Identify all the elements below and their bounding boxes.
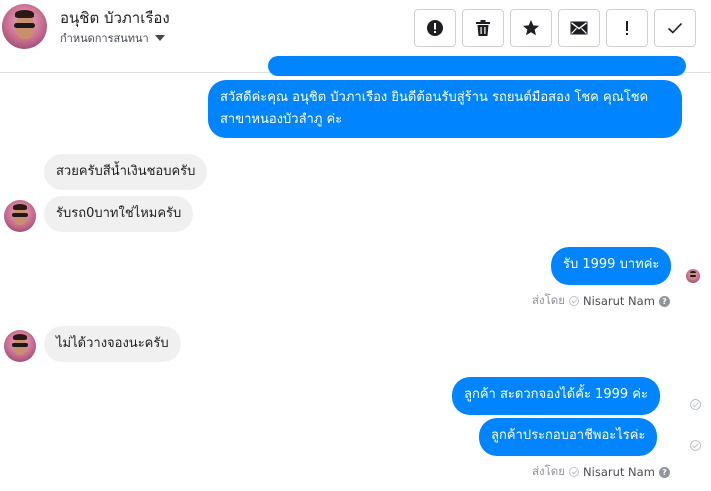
contact-avatar[interactable]: [4, 200, 36, 232]
caret-down-icon: [154, 35, 165, 41]
outgoing-message-bubble[interactable]: สวัสดีค่ะคุณ อนุชิต บัวภาเรือง ยินดีต้อน…: [208, 80, 682, 138]
previous-message-bubble[interactable]: [268, 56, 686, 76]
message-text: สวยครับสีน้ำเงินชอบครับ: [56, 164, 196, 179]
done-button[interactable]: [654, 9, 696, 47]
outgoing-message-bubble[interactable]: ลูกค้า สะดวกจองได้คั้ะ 1999 ค่ะ: [452, 377, 660, 415]
sent-by-label: ส่งโดย: [532, 464, 566, 478]
star-icon: [523, 20, 539, 36]
help-icon[interactable]: ?: [658, 466, 670, 478]
help-icon[interactable]: ?: [658, 295, 670, 307]
delivered-status-icon: [690, 399, 701, 410]
report-spam-button[interactable]: [414, 9, 456, 47]
mark-unread-button[interactable]: [558, 9, 600, 47]
seen-avatar: [686, 269, 700, 283]
conversation-settings-label: กำหนดการสนทนา: [60, 32, 149, 45]
delivered-status-icon: [690, 440, 701, 451]
sender-name[interactable]: Nisarut Nam: [583, 294, 655, 308]
message-text: ลูกค้าประกอบอาชีพอะไรค่ะ: [491, 428, 646, 443]
contact-avatar[interactable]: [2, 4, 47, 49]
check-circle-icon: [569, 296, 580, 306]
checkmark-icon: [667, 22, 683, 34]
contact-name[interactable]: อนุชิต บัวภาเรือง: [60, 6, 170, 30]
incoming-message-bubble[interactable]: รับรถ0บาทใช่ไหมครับ: [44, 196, 194, 232]
sent-by-label: ส่งโดย: [532, 293, 566, 307]
check-circle-icon: [569, 467, 580, 477]
incoming-message-bubble[interactable]: สวยครับสีน้ำเงินชอบครับ: [44, 154, 208, 190]
delete-button[interactable]: [462, 9, 504, 47]
message-text: รับ 1999 บาทค่ะ: [563, 257, 660, 272]
sender-name[interactable]: Nisarut Nam: [583, 465, 655, 479]
exclamation-icon: [626, 21, 628, 35]
alert-circle-icon: [427, 20, 443, 36]
message-text: รับรถ0บาทใช่ไหมครับ: [56, 206, 182, 221]
outgoing-message-bubble[interactable]: ลูกค้าประกอบอาชีพอะไรค่ะ: [479, 418, 658, 456]
conversation-settings-dropdown[interactable]: กำหนดการสนทนา: [60, 29, 165, 47]
outgoing-message-bubble[interactable]: รับ 1999 บาทค่ะ: [551, 247, 672, 285]
message-text: ลูกค้า สะดวกจองได้คั้ะ 1999 ค่ะ: [464, 387, 648, 402]
sent-by-info: ส่งโดย Nisarut Nam ?: [532, 292, 670, 310]
contact-avatar[interactable]: [4, 330, 36, 362]
message-text: ไม่ได้วางจองนะครับ: [56, 336, 169, 351]
incoming-message-bubble[interactable]: ไม่ได้วางจองนะครับ: [44, 326, 181, 362]
star-button[interactable]: [510, 9, 552, 47]
trash-icon: [476, 20, 490, 36]
important-button[interactable]: [606, 9, 648, 47]
sent-by-info: ส่งโดย Nisarut Nam ?: [532, 463, 670, 481]
envelope-icon: [570, 21, 588, 35]
message-text: สวัสดีค่ะคุณ อนุชิต บัวภาเรือง ยินดีต้อน…: [220, 90, 649, 127]
